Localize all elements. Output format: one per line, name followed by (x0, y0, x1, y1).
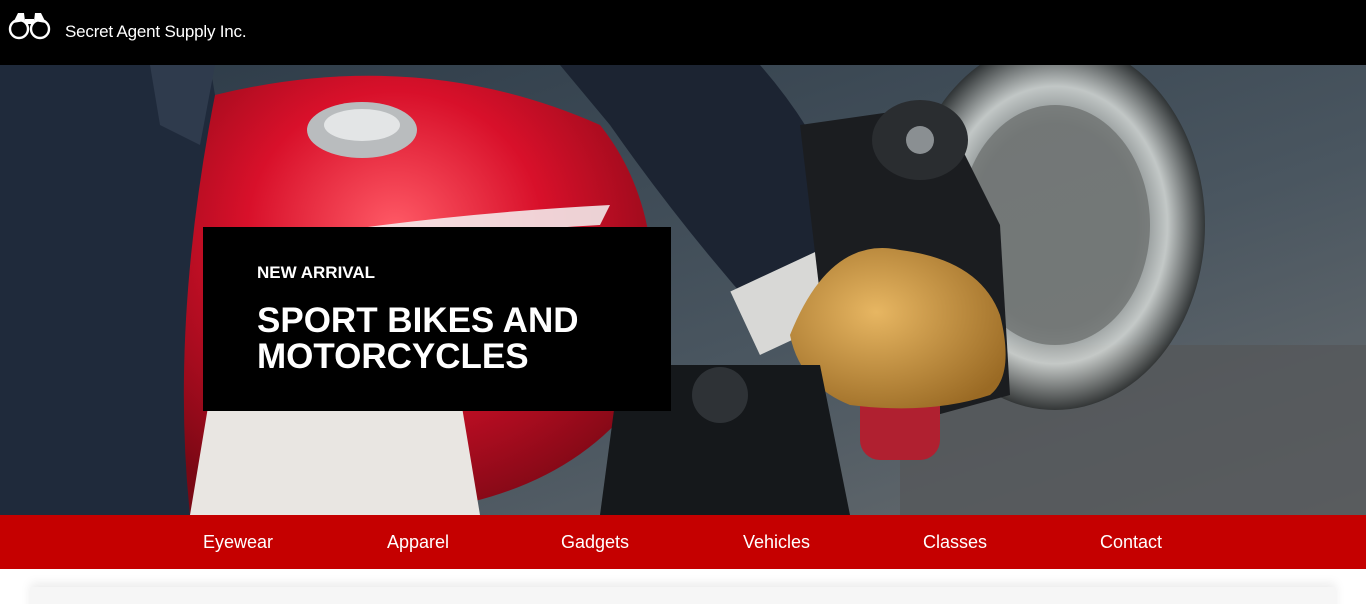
nav-item-vehicles[interactable]: Vehicles (743, 532, 810, 553)
hero-banner: NEW ARRIVAL SPORT BIKES AND MOTORCYCLES (0, 65, 1366, 515)
nav-item-eyewear[interactable]: Eyewear (203, 532, 273, 553)
promo-card[interactable]: NEW ARRIVAL SPORT BIKES AND MOTORCYCLES (203, 227, 671, 411)
nav-item-classes[interactable]: Classes (923, 532, 987, 553)
content-panel (30, 587, 1336, 604)
nav-item-contact[interactable]: Contact (1100, 532, 1162, 553)
promo-kicker: NEW ARRIVAL (257, 263, 376, 282)
nav-item-gadgets[interactable]: Gadgets (561, 532, 629, 553)
main-nav: Eyewear Apparel Gadgets Vehicles Classes… (0, 515, 1366, 569)
binoculars-icon[interactable] (8, 10, 52, 40)
top-bar: Secret Agent Supply Inc. (0, 0, 1366, 65)
content-area (0, 569, 1366, 604)
promo-headline: SPORT BIKES AND MOTORCYCLES (257, 301, 579, 376)
site-title[interactable]: Secret Agent Supply Inc. (65, 22, 247, 42)
nav-item-apparel[interactable]: Apparel (387, 532, 449, 553)
